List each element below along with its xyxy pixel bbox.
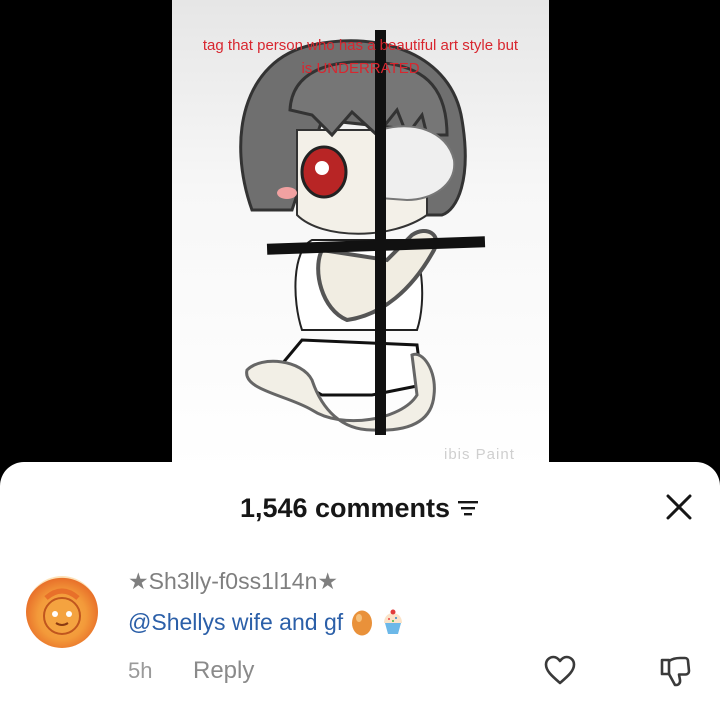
watermark: ibis Paint [444,446,515,463]
comment-text[interactable]: @Shellys wife and gf [128,609,343,636]
reply-button[interactable]: Reply [193,657,254,685]
caption-line-1: tag that person who has a beautiful art … [202,37,519,54]
avatar[interactable] [26,576,98,648]
video-caption: tag that person who has a beautiful art … [172,34,549,80]
heart-icon[interactable] [543,654,577,686]
comments-header: 1,546 comments [0,490,720,526]
comment-time: 5h [128,658,153,683]
dislike-icon[interactable] [658,654,692,688]
comment-count: 1,546 comments [239,492,451,523]
caption-line-2: is UNDERRATED [301,60,420,77]
sort-icon[interactable] [456,498,480,518]
cupcake-emoji-icon [384,609,403,634]
video-frame[interactable]: tag that person who has a beautiful art … [172,0,549,470]
close-icon[interactable] [664,492,694,522]
comment-text-row: @Shellys wife and gf [128,608,405,636]
comments-sheet: 1,546 comments ★Sh3lly-f0ss1l14n★ @Shell… [0,462,720,722]
egg-emoji-icon [352,610,373,636]
avatar-image [43,588,81,635]
comment-username[interactable]: ★Sh3lly-f0ss1l14n★ [128,568,338,595]
